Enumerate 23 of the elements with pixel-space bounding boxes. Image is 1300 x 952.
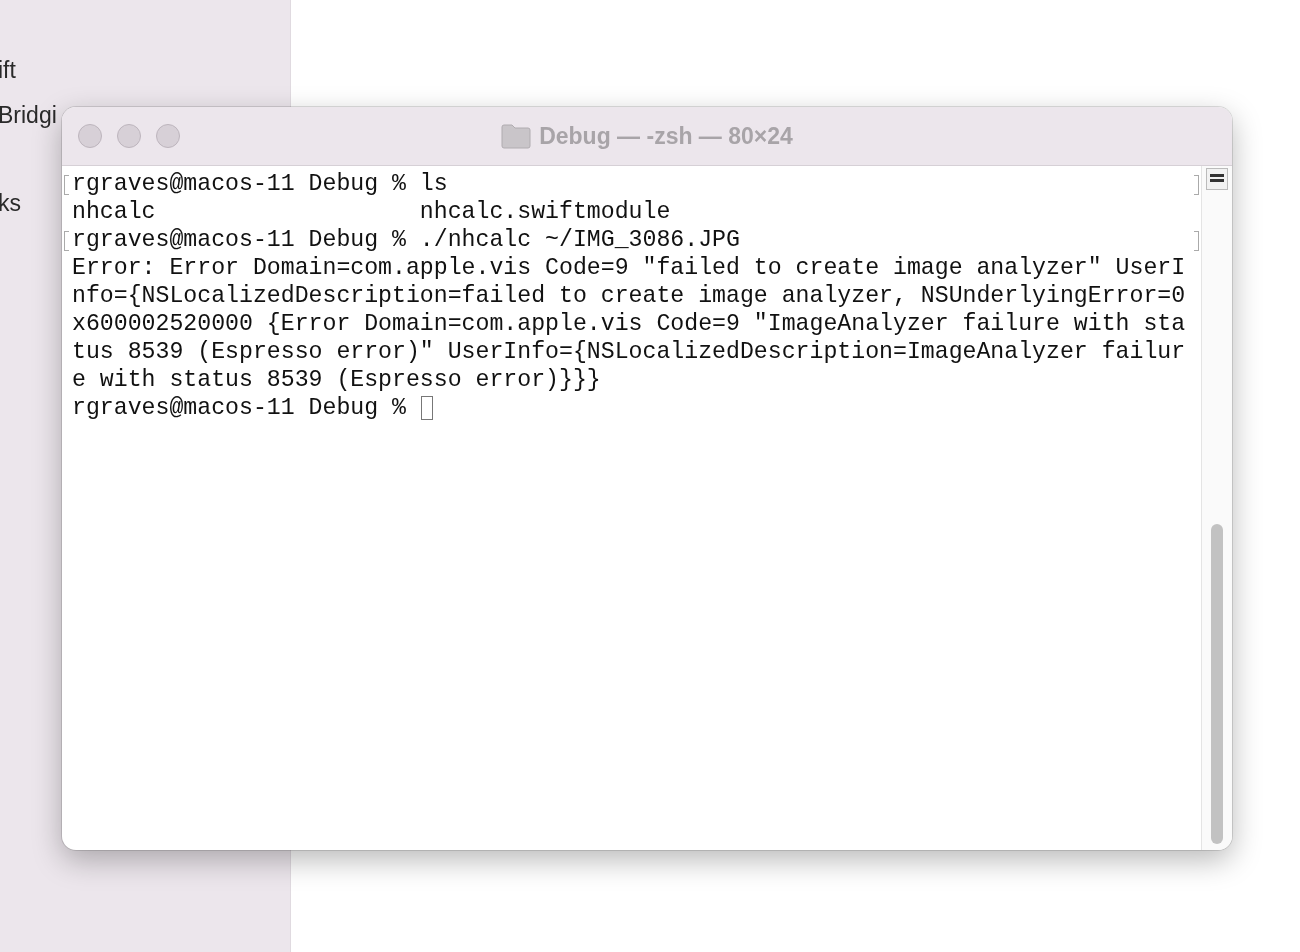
scroll-thumb[interactable] (1211, 524, 1223, 844)
window-title: Debug — -zsh — 80×24 (539, 122, 793, 150)
terminal-line: rgraves@macos-11 Debug % ls (72, 170, 448, 198)
lines-icon (1210, 173, 1224, 185)
line-mark (1194, 231, 1199, 251)
zoom-button[interactable] (156, 124, 180, 148)
terminal-line: x600002520000 {Error Domain=com.apple.vis Code=9 "ImageAnalyzer failure with sta (72, 310, 1186, 338)
line-mark (1194, 175, 1199, 195)
sidebar-item[interactable]: ks (0, 189, 21, 217)
sidebar-item[interactable]: ift (0, 56, 16, 84)
terminal-line: e with status 8539 (Espresso error)}}} (72, 366, 601, 394)
close-button[interactable] (78, 124, 102, 148)
terminal-line: nfo={NSLocalizedDescription=failed to create image analyzer, NSUnderlyingError=0 (72, 282, 1186, 310)
scrollbar[interactable] (1201, 166, 1232, 850)
sidebar-item[interactable]: Bridgi (0, 101, 57, 129)
minimize-button[interactable] (117, 124, 141, 148)
terminal-line: nhcalc nhcalc.swiftmodule (72, 198, 671, 226)
split-pane-button[interactable] (1206, 168, 1228, 190)
terminal-line: rgraves@macos-11 Debug % ./nhcalc ~/IMG_3086.JPG (72, 226, 740, 254)
terminal-line: tus 8539 (Espresso error)" UserInfo={NSLocalizedDescription=ImageAnalyzer failur (72, 338, 1186, 366)
terminal-line: rgraves@macos-11 Debug % (72, 394, 407, 422)
terminal-line: Error: Error Domain=com.apple.vis Code=9 "failed to create image analyzer" UserI (72, 254, 1186, 282)
folder-icon (501, 123, 532, 149)
